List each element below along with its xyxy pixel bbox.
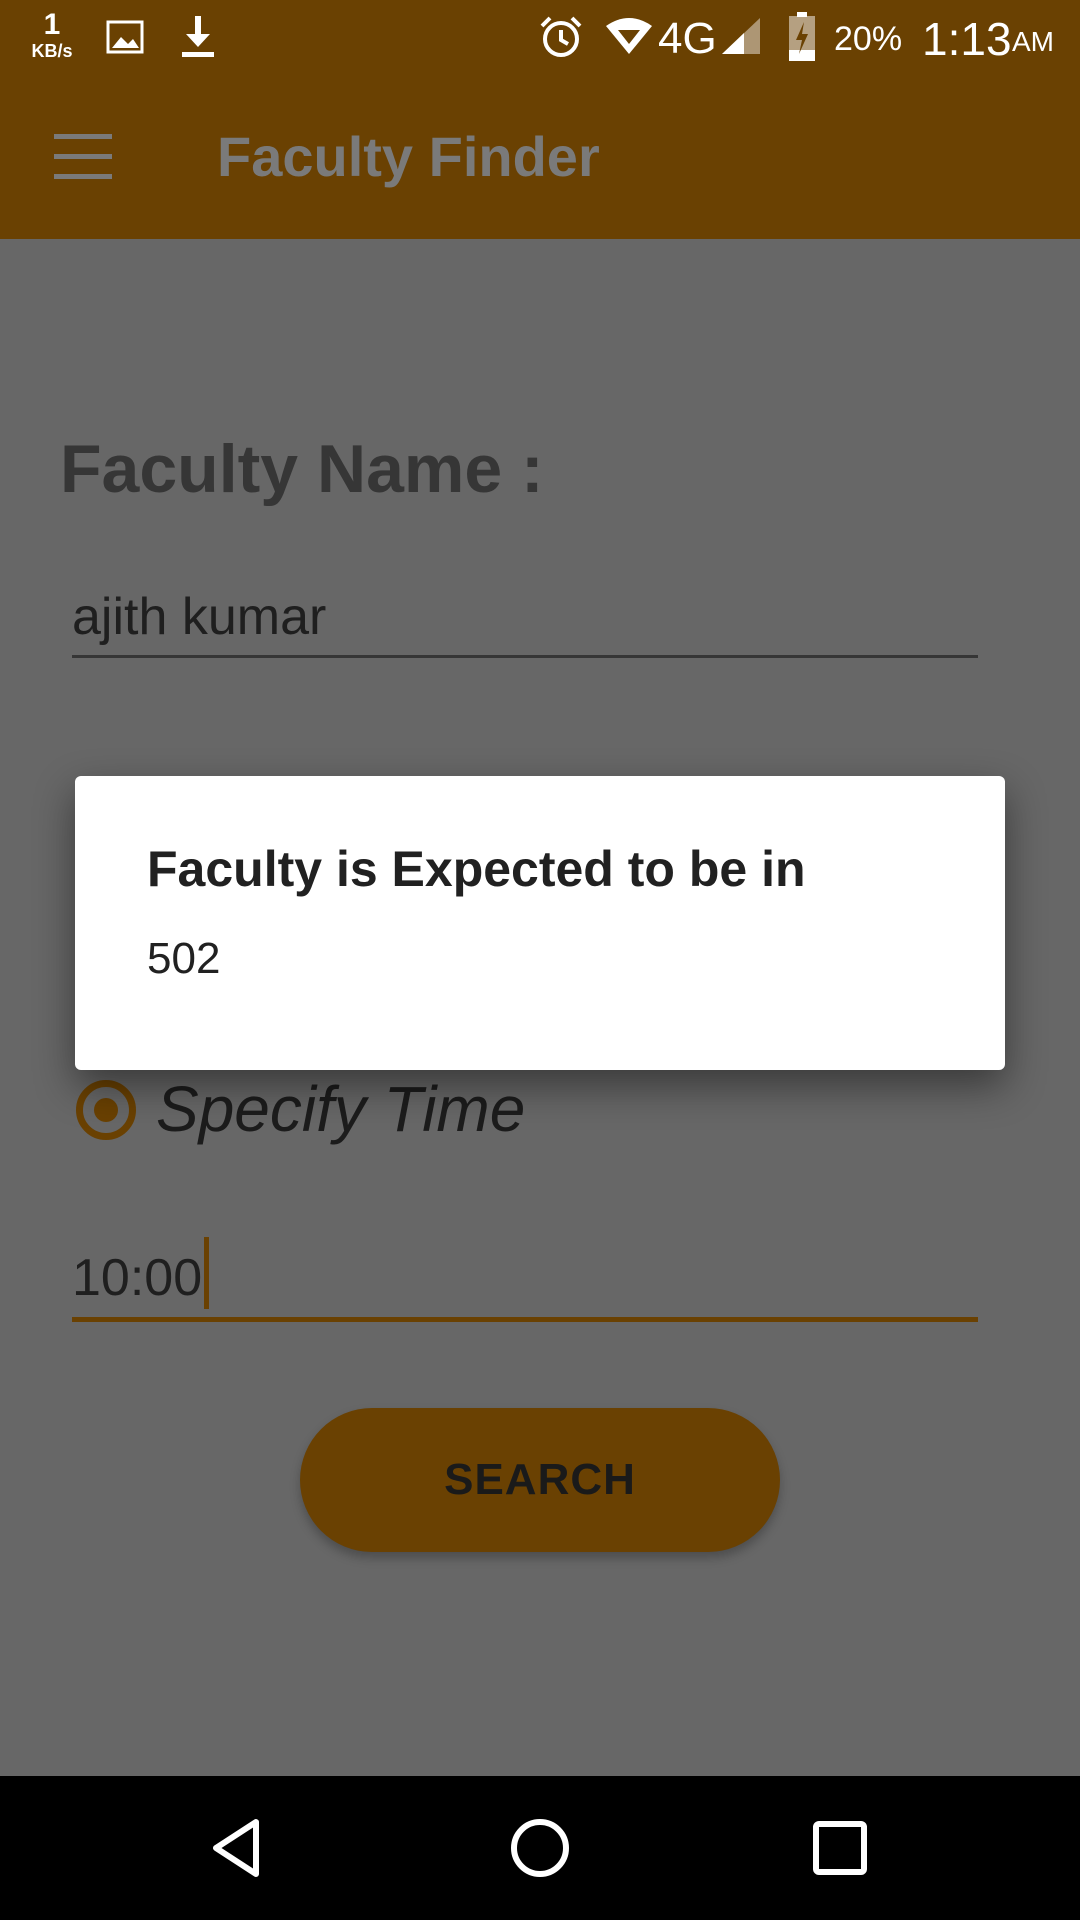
dialog-message: 502 [147, 934, 221, 983]
faculty-name-label: Faculty Name : [60, 431, 544, 507]
app-bar: Faculty Finder [0, 76, 1080, 239]
faculty-name-value: ajith kumar [72, 588, 327, 646]
back-icon[interactable] [204, 1812, 276, 1884]
home-icon[interactable] [504, 1812, 576, 1884]
network-speed-unit: KB/s [31, 41, 73, 61]
battery-charging-icon [788, 12, 816, 67]
time-field[interactable]: 10:00 [72, 1237, 978, 1322]
specify-time-label: Specify Time [156, 1073, 526, 1145]
alarm-icon [538, 14, 584, 65]
clock-ampm: AM [1012, 26, 1054, 57]
wifi-icon [604, 16, 654, 61]
text-cursor [204, 1237, 210, 1309]
result-dialog: Faculty is Expected to be in 502 [75, 776, 1005, 1070]
status-bar: 1 KB/s 4G 20% 1:13 AM [0, 0, 1080, 76]
recents-icon[interactable] [804, 1812, 876, 1884]
network-speed-value: 1 [43, 8, 61, 41]
menu-icon[interactable] [54, 134, 112, 180]
network-speed: 1 KB/s [22, 8, 82, 61]
clock-time: 1:13 [922, 13, 1012, 65]
download-icon [178, 14, 218, 65]
image-notification-icon [106, 18, 144, 61]
faculty-name-field[interactable]: ajith kumar [72, 584, 978, 658]
signal-icon [720, 16, 762, 61]
navigation-bar [0, 1776, 1080, 1920]
time-value-wrapper: 10:00 [72, 1237, 210, 1309]
radio-selected-icon [76, 1080, 136, 1140]
network-type: 4G [658, 14, 717, 63]
dialog-title: Faculty is Expected to be in [147, 841, 806, 897]
search-button[interactable]: SEARCH [300, 1408, 780, 1552]
battery-percent: 20% [834, 20, 903, 58]
time-value: 10:00 [72, 1249, 203, 1307]
app-title: Faculty Finder [217, 125, 600, 188]
